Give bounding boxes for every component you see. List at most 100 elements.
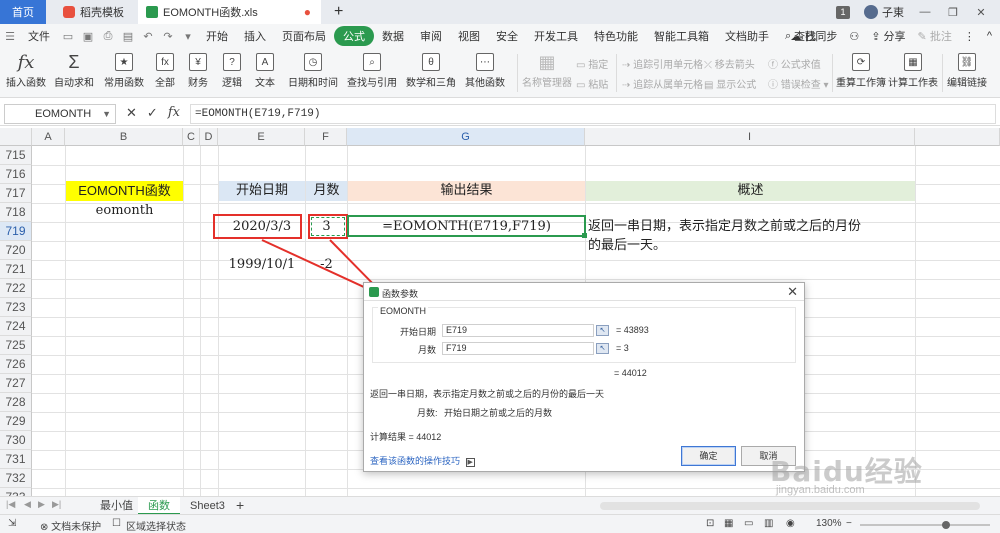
close-icon[interactable]: ✕ bbox=[974, 6, 988, 19]
edit-links-button[interactable]: ⛓ 编辑链接 bbox=[947, 50, 987, 96]
last-sheet-icon[interactable]: ▶| bbox=[52, 499, 61, 510]
row-header[interactable]: 727 bbox=[0, 374, 32, 393]
menu-insert[interactable]: 插入 bbox=[236, 26, 274, 46]
other-functions-button[interactable]: ⋯ 其他函数 bbox=[465, 50, 505, 96]
row-header[interactable]: 716 bbox=[0, 165, 32, 184]
range-select-icon[interactable]: ↖ bbox=[596, 343, 609, 354]
chevron-down-icon[interactable]: ▼ bbox=[102, 105, 111, 123]
lookup-functions-button[interactable]: ⌕ 查找与引用 bbox=[347, 50, 397, 96]
zoom-slider-knob[interactable] bbox=[942, 521, 950, 529]
menu-security[interactable]: 安全 bbox=[488, 26, 526, 46]
remove-arrows-button[interactable]: ⤫ 移去箭头 bbox=[704, 56, 755, 71]
datetime-functions-button[interactable]: ◷ 日期和时间 bbox=[288, 50, 338, 96]
show-formulas-button[interactable]: ▤ 显示公式 bbox=[704, 76, 756, 91]
menu-features[interactable]: 特色功能 bbox=[586, 26, 646, 46]
cell-e717[interactable]: 开始日期 bbox=[219, 181, 305, 201]
collaborate-icon[interactable]: ⚇ bbox=[849, 30, 859, 43]
autosum-button[interactable]: Σ 自动求和 bbox=[54, 50, 94, 96]
user-account[interactable]: 子東 bbox=[864, 4, 904, 20]
menu-start[interactable]: 开始 bbox=[198, 26, 236, 46]
paste-name-button[interactable]: ▭ 粘贴 bbox=[576, 76, 608, 91]
name-manager-button[interactable]: ▦ 名称管理器 bbox=[522, 50, 572, 96]
column-header-blank[interactable] bbox=[915, 128, 1000, 146]
print-preview-icon[interactable]: ▤ bbox=[121, 30, 135, 43]
confirm-edit-icon[interactable]: ✓ bbox=[147, 105, 158, 121]
share-button[interactable]: ⇪ 分享 bbox=[871, 28, 905, 44]
menu-review[interactable]: 审阅 bbox=[412, 26, 450, 46]
row-header[interactable]: 722 bbox=[0, 279, 32, 298]
row-header[interactable]: 720 bbox=[0, 241, 32, 260]
column-header-a[interactable]: A bbox=[32, 128, 65, 146]
comment-button[interactable]: ✎ 批注 bbox=[918, 28, 952, 44]
calculate-sheet-button[interactable]: ▦ 计算工作表 bbox=[888, 50, 938, 96]
row-header[interactable]: 728 bbox=[0, 393, 32, 412]
cancel-edit-icon[interactable]: ✕ bbox=[126, 105, 137, 121]
save-icon[interactable]: ▣ bbox=[81, 30, 95, 43]
tab-home[interactable]: 首页 bbox=[0, 0, 46, 24]
column-header-i[interactable]: I bbox=[585, 128, 915, 146]
fx-icon[interactable]: fx bbox=[168, 105, 180, 121]
zoom-out-icon[interactable]: − bbox=[846, 518, 852, 529]
row-header[interactable]: 717 bbox=[0, 184, 32, 203]
sheet-tab-min[interactable]: 最小值 bbox=[90, 497, 143, 515]
page-break-view-icon[interactable]: ▥ bbox=[764, 518, 773, 529]
zoom-level[interactable]: 130% bbox=[816, 518, 842, 529]
more-icon[interactable]: ⋮ bbox=[964, 30, 975, 43]
cell-i719-line1[interactable]: 返回一串日期，表示指定月数之前或之后的月份 bbox=[588, 217, 918, 237]
cell-i717[interactable]: 概述 bbox=[586, 181, 915, 201]
cell-b717[interactable]: EOMONTH函数 bbox=[66, 181, 183, 201]
eye-protect-icon[interactable]: ◉ bbox=[786, 518, 795, 529]
sync-status[interactable]: ☁ 已同步 bbox=[790, 28, 837, 44]
normal-view-icon[interactable]: ▦ bbox=[724, 518, 733, 529]
row-header[interactable]: 725 bbox=[0, 336, 32, 355]
row-header[interactable]: 718 bbox=[0, 203, 32, 222]
menu-doc-assistant[interactable]: 文档助手 bbox=[717, 26, 777, 46]
hamburger-icon[interactable]: ☰ bbox=[3, 30, 17, 43]
define-name-button[interactable]: ▭ 指定 bbox=[576, 56, 608, 71]
row-header[interactable]: 731 bbox=[0, 450, 32, 469]
row-header[interactable]: 732 bbox=[0, 469, 32, 488]
selection-mode-checkbox[interactable]: ☐ bbox=[112, 518, 121, 529]
column-header-g[interactable]: G bbox=[347, 128, 585, 146]
undo-icon[interactable]: ↶ bbox=[141, 30, 155, 43]
row-header[interactable]: 723 bbox=[0, 298, 32, 317]
row-header[interactable]: 724 bbox=[0, 317, 32, 336]
dialog-close-icon[interactable]: ✕ bbox=[787, 284, 798, 300]
column-header-d[interactable]: D bbox=[200, 128, 218, 146]
redo-icon[interactable]: ↷ bbox=[161, 30, 175, 43]
range-select-icon[interactable]: ↖ bbox=[596, 325, 609, 336]
macro-record-icon[interactable]: ⇲ bbox=[8, 518, 16, 529]
unsaved-dot-icon[interactable]: ● bbox=[304, 5, 311, 19]
arg1-input[interactable]: E719 bbox=[442, 324, 594, 337]
trace-precedents-button[interactable]: ⇢ 追踪引用单元格 bbox=[622, 56, 703, 71]
evaluate-formula-button[interactable]: ⓕ 公式求值 bbox=[768, 56, 821, 71]
ok-button[interactable]: 确定 bbox=[681, 446, 736, 466]
quick-access-dropdown-icon[interactable]: ▾ bbox=[181, 30, 195, 43]
row-header[interactable]: 715 bbox=[0, 146, 32, 165]
error-check-button[interactable]: ⓘ 错误检查 ▾ bbox=[768, 76, 829, 91]
new-tab-button[interactable]: + bbox=[334, 3, 343, 21]
column-header-c[interactable]: C bbox=[183, 128, 200, 146]
zoom-slider[interactable] bbox=[860, 521, 990, 529]
reading-mode-icon[interactable]: ⊡ bbox=[706, 518, 714, 529]
horizontal-scrollbar[interactable] bbox=[600, 502, 980, 510]
math-functions-button[interactable]: θ 数学和三角 bbox=[406, 50, 456, 96]
arg2-input[interactable]: F719 bbox=[442, 342, 594, 355]
cell-e721[interactable]: 1999/10/1 bbox=[219, 255, 305, 275]
menu-smart-toolbox[interactable]: 智能工具箱 bbox=[646, 26, 717, 46]
document-protect[interactable]: ⊗ 文档未保护 bbox=[40, 518, 101, 533]
first-sheet-icon[interactable]: |◀ bbox=[6, 499, 15, 510]
finance-functions-button[interactable]: ¥ 财务 bbox=[188, 50, 208, 96]
restore-icon[interactable]: ❐ bbox=[946, 6, 960, 19]
menu-data[interactable]: 数据 bbox=[374, 26, 412, 46]
collapse-ribbon-icon[interactable]: ^ bbox=[987, 30, 992, 42]
insert-function-button[interactable]: fx 插入函数 bbox=[6, 50, 46, 96]
cell-f717[interactable]: 月数 bbox=[306, 181, 347, 201]
add-sheet-button[interactable]: + bbox=[226, 497, 254, 515]
prev-sheet-icon[interactable]: ◀ bbox=[24, 499, 31, 510]
row-header[interactable]: 730 bbox=[0, 431, 32, 450]
formula-input[interactable]: =EOMONTH(E719,F719) bbox=[190, 104, 996, 124]
menu-developer[interactable]: 开发工具 bbox=[526, 26, 586, 46]
logic-functions-button[interactable]: ? 逻辑 bbox=[222, 50, 242, 96]
minimize-icon[interactable]: — bbox=[918, 6, 932, 18]
